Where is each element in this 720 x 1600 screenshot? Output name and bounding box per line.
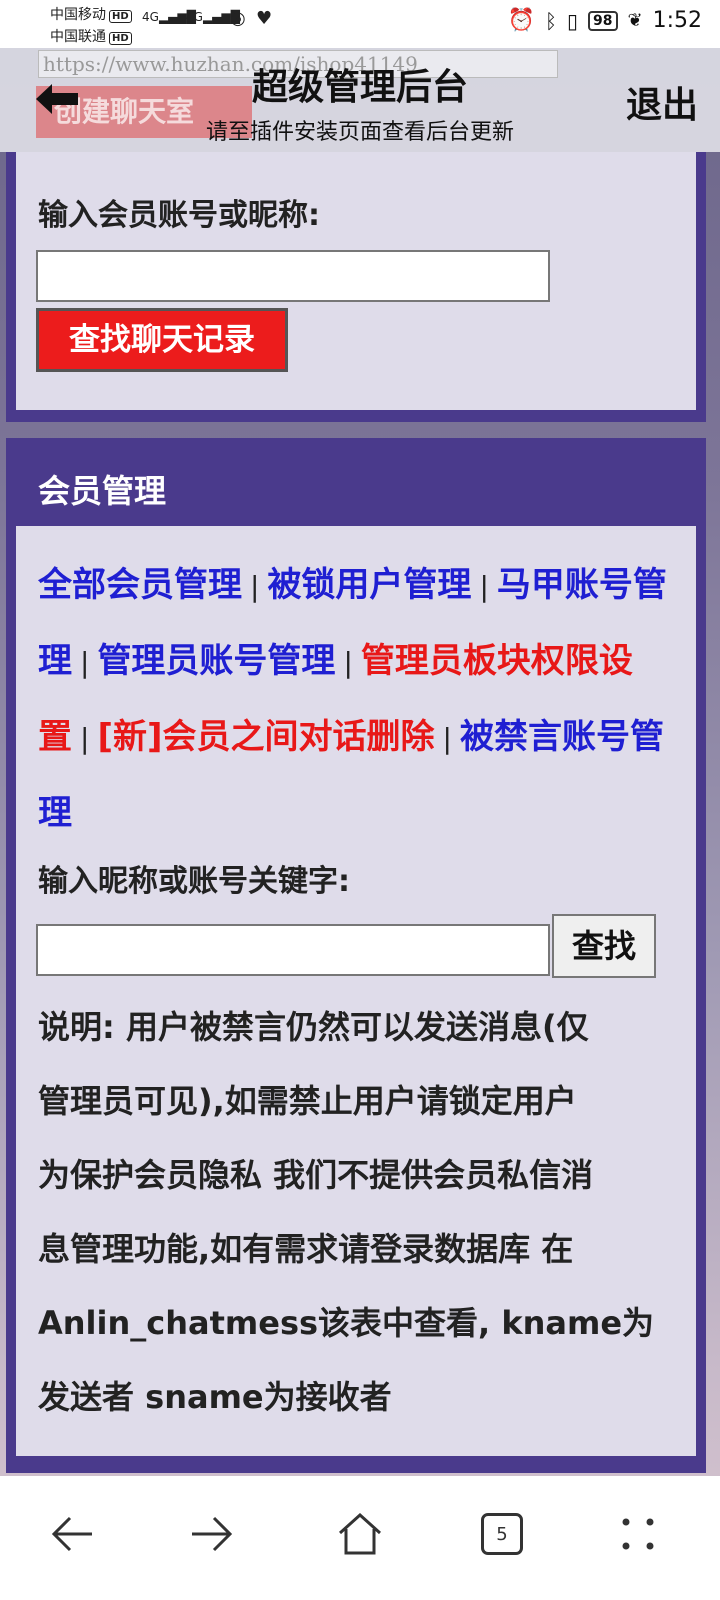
separator: | — [80, 646, 90, 679]
clock: 1:52 — [652, 8, 702, 33]
nav-forward-icon[interactable] — [182, 1504, 242, 1564]
vibrate-icon: ▯ — [567, 8, 579, 33]
member-account-input[interactable] — [36, 250, 550, 302]
find-chat-records-button[interactable]: 查找聊天记录 — [36, 308, 288, 372]
hotspot-icon: ◎ — [230, 8, 246, 29]
page-subtitle: 请至插件安装页面查看后台更新 — [205, 120, 514, 145]
search-button[interactable]: 查找 — [552, 914, 656, 978]
keyword-search-label: 输入昵称或账号关键字: — [38, 864, 350, 899]
nav-home-icon[interactable] — [330, 1504, 390, 1564]
note-line: 为保护会员隐私 我们不提供会员私信消 — [38, 1156, 594, 1194]
bottom-nav: 5 — [0, 1476, 720, 1600]
section-title: 会员管理 — [38, 472, 167, 510]
note-text: 说明: 用户被禁言仍然可以发送消息(仅 管理员可见),如需禁止用户请锁定用户 为… — [38, 990, 678, 1434]
carrier-2: 中国联通 HD — [50, 26, 132, 46]
note-line: 息管理功能,如有需求请登录数据库 在 — [38, 1230, 574, 1268]
nav-menu-icon[interactable] — [608, 1504, 668, 1564]
note-line: 说明: 用户被禁言仍然可以发送消息(仅 — [38, 1008, 589, 1046]
tab-count: 5 — [481, 1513, 523, 1555]
battery-icon: 98 — [588, 10, 618, 31]
separator: | — [250, 570, 260, 603]
note-line: Anlin_chatmess该表中查看, kname为 — [38, 1304, 655, 1342]
separator: | — [479, 570, 489, 603]
link-locked-users[interactable]: 被锁用户管理 — [267, 565, 471, 605]
note-line: 发送者 sname为接收者 — [38, 1378, 392, 1416]
leaf-icon: ❦ — [627, 10, 643, 31]
note-line: 管理员可见),如需禁止用户请锁定用户 — [38, 1082, 577, 1120]
link-delete-member-dialogs[interactable]: [新]会员之间对话删除 — [97, 717, 434, 757]
nav-tabs-icon[interactable]: 5 — [472, 1504, 532, 1564]
health-icon: ♥ — [256, 8, 273, 29]
nav-back-icon[interactable] — [42, 1504, 102, 1564]
separator: | — [343, 646, 353, 679]
status-right: ⏰ ᛒ ▯ 98 ❦ 1:52 — [508, 8, 702, 33]
link-all-members[interactable]: 全部会员管理 — [38, 565, 242, 605]
separator: | — [442, 722, 452, 755]
page-title: 超级管理后台 — [251, 67, 468, 108]
alarm-icon: ⏰ — [507, 8, 535, 33]
status-bar: 中国移动 HD 中国联通 HD 4G▂▄▆█ 4G▂▄▆█ ◎ ♥ ⏰ ᛒ ▯ 98… — [0, 0, 720, 48]
separator: | — [80, 722, 90, 755]
chat-search-label: 输入会员账号或昵称: — [38, 198, 320, 233]
link-admin-accounts[interactable]: 管理员账号管理 — [97, 641, 335, 681]
logout-button[interactable]: 退出 — [626, 76, 698, 128]
carrier-1: 中国移动 HD — [50, 4, 132, 24]
member-links: 全部会员管理 | 被锁用户管理 | 马甲账号管理 | 管理员账号管理 | 管理员板块权限设置 |[… — [38, 548, 688, 850]
keyword-search-input[interactable] — [36, 924, 550, 976]
bluetooth-icon: ᛒ — [545, 8, 557, 33]
